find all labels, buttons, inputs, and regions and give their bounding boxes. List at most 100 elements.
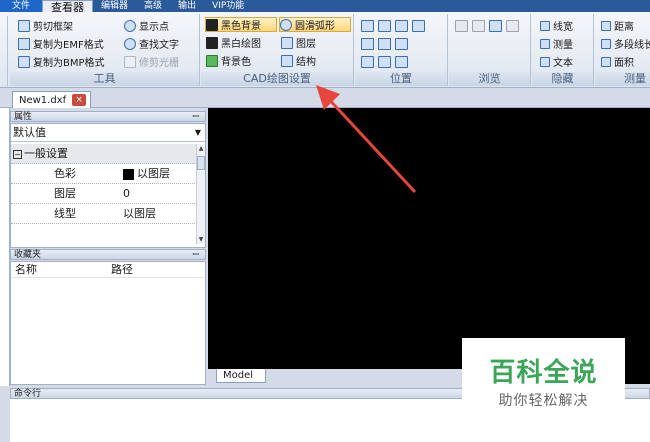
pin-icon[interactable]: ꟷ: [192, 250, 199, 260]
document-tab-label: New1.dxf: [19, 94, 67, 106]
crop-frame-button[interactable]: 剪切框架: [18, 18, 73, 33]
property-row-linetype[interactable]: 线型 以图层: [11, 204, 197, 224]
property-scrollbar[interactable]: ▲ ▼: [196, 144, 205, 244]
bw-drawing-icon: [206, 36, 218, 49]
property-grid: − 一般设置 色彩 以图层 图层 0 线型 以图层: [11, 144, 197, 224]
zoom-in-icon[interactable]: [395, 19, 408, 32]
annotation-arrow-line: [324, 94, 417, 194]
background-color-label: 背景色: [221, 57, 251, 68]
find-text-button[interactable]: 查找文字: [124, 36, 179, 51]
favorites-header: 收藏夹 ꟷ: [10, 249, 206, 260]
group-measure-title: 测量: [595, 72, 650, 86]
trim-raster-label: 修剪光栅: [139, 58, 179, 69]
measure-toggle-label: 测量: [553, 40, 573, 51]
collapse-icon[interactable]: −: [13, 149, 22, 159]
property-name: 线型: [54, 207, 76, 220]
polyline-length-button[interactable]: 多段线长: [601, 36, 650, 51]
trim-raster-button[interactable]: 修剪光栅: [124, 54, 179, 69]
scroll-up-icon[interactable]: ▲: [197, 145, 205, 152]
area-icon: [601, 56, 611, 67]
group-hide-title: 隐藏: [532, 72, 593, 86]
move-icon[interactable]: [361, 55, 374, 68]
text-icon: [540, 56, 550, 67]
model-tab[interactable]: Model: [216, 369, 267, 383]
polyline-length-label: 多段线长: [614, 40, 650, 51]
zoom-extents-icon[interactable]: [378, 19, 391, 32]
property-row-color[interactable]: 色彩 以图层: [11, 164, 197, 184]
property-name: 色彩: [54, 167, 76, 180]
property-preset-select[interactable]: 默认值 ▼: [11, 124, 205, 142]
menu-advanced[interactable]: 高级: [136, 0, 170, 12]
menu-file[interactable]: 文件: [0, 0, 43, 12]
close-icon[interactable]: ×: [72, 94, 87, 106]
pan-hand-icon[interactable]: [412, 19, 425, 32]
watermark-subtitle: 助你轻松解决: [498, 393, 589, 409]
zoom-window-icon[interactable]: [361, 19, 374, 32]
column-name[interactable]: 名称: [15, 262, 37, 278]
ribbon: 剪切框架 复制为EMF格式 复制为BMP格式 显示点 查找文字 修剪光栅 工具 …: [0, 12, 650, 88]
pin-icon[interactable]: ꟷ: [192, 112, 199, 122]
find-text-label: 查找文字: [139, 40, 179, 51]
favorites-column-header: 名称 路径: [11, 262, 205, 278]
group-browse-title: 浏览: [449, 72, 530, 86]
layers-button[interactable]: 图层: [281, 35, 316, 50]
scroll-thumb[interactable]: [197, 156, 205, 170]
zoom-full-icon[interactable]: [378, 37, 391, 50]
back-arrow-icon[interactable]: [455, 19, 468, 32]
text-toggle-button[interactable]: 文本: [540, 54, 573, 69]
property-section-general[interactable]: − 一般设置: [11, 144, 197, 164]
scroll-down-icon[interactable]: ▼: [197, 236, 205, 243]
measure-toggle-button[interactable]: 测量: [540, 36, 573, 51]
polyline-length-icon: [601, 38, 611, 49]
zoom-realtime-icon[interactable]: [395, 55, 408, 68]
property-name: 图层: [54, 187, 76, 200]
reload-icon[interactable]: [506, 19, 519, 32]
black-background-button[interactable]: 黑色背景: [205, 17, 277, 32]
show-points-button[interactable]: 显示点: [124, 18, 169, 33]
area-button[interactable]: 面积: [601, 54, 634, 69]
property-preset-value: 默认值: [13, 126, 46, 139]
area-label: 面积: [614, 58, 634, 69]
group-tools: 剪切框架 复制为EMF格式 复制为BMP格式 显示点 查找文字 修剪光栅 工具: [10, 14, 200, 86]
watermark: 百科全说 助你轻松解决: [462, 338, 625, 416]
group-browse: 浏览: [449, 14, 531, 86]
background-color-button[interactable]: 背景色: [206, 53, 251, 68]
copy-bmp-button[interactable]: 复制为BMP格式: [18, 54, 105, 69]
layout-tab-strip: Model: [208, 369, 468, 384]
background-color-icon: [206, 54, 218, 67]
structure-label: 结构: [296, 57, 316, 68]
favorites-panel: 名称 路径: [10, 261, 206, 385]
menu-bar: 文件 查看器 编辑器 高级 输出 VIP功能: [0, 0, 650, 14]
copy-bmp-icon: [18, 55, 30, 68]
column-path[interactable]: 路径: [111, 262, 133, 278]
forward-arrow-icon[interactable]: [472, 19, 485, 32]
copy-bmp-label: 复制为BMP格式: [33, 58, 105, 69]
smooth-arc-button[interactable]: 圆滑弧形: [279, 17, 351, 32]
left-edge-strip: [0, 108, 10, 386]
zoom-fit-icon[interactable]: [361, 37, 374, 50]
copy-emf-button[interactable]: 复制为EMF格式: [18, 36, 104, 51]
copy-emf-icon: [18, 37, 30, 50]
menu-vip[interactable]: VIP功能: [204, 0, 252, 12]
browse-row: [455, 18, 523, 33]
line-width-button[interactable]: 线宽: [540, 18, 573, 33]
property-section-label: 一般设置: [24, 147, 68, 160]
distance-button[interactable]: 距离: [601, 18, 634, 33]
property-value: 以图层: [123, 207, 156, 220]
zoom-out-icon[interactable]: [395, 37, 408, 50]
trim-raster-icon: [124, 55, 136, 68]
chevron-down-icon: ▼: [194, 128, 201, 137]
menu-editor[interactable]: 编辑器: [93, 0, 136, 12]
property-row-layer[interactable]: 图层 0: [11, 184, 197, 204]
refresh-icon[interactable]: [489, 19, 502, 32]
favorites-title: 收藏夹: [14, 250, 42, 260]
document-tab[interactable]: New1.dxf ×: [12, 91, 92, 108]
crop-frame-icon: [18, 19, 30, 32]
properties-title: 属性: [14, 112, 33, 122]
bw-drawing-button[interactable]: 黑白绘图: [206, 35, 261, 50]
group-position: 位置: [355, 14, 448, 86]
properties-header: 属性 ꟷ: [10, 111, 206, 122]
zoom-previous-icon[interactable]: [378, 55, 391, 68]
structure-button[interactable]: 结构: [281, 53, 316, 68]
menu-output[interactable]: 输出: [170, 0, 204, 12]
